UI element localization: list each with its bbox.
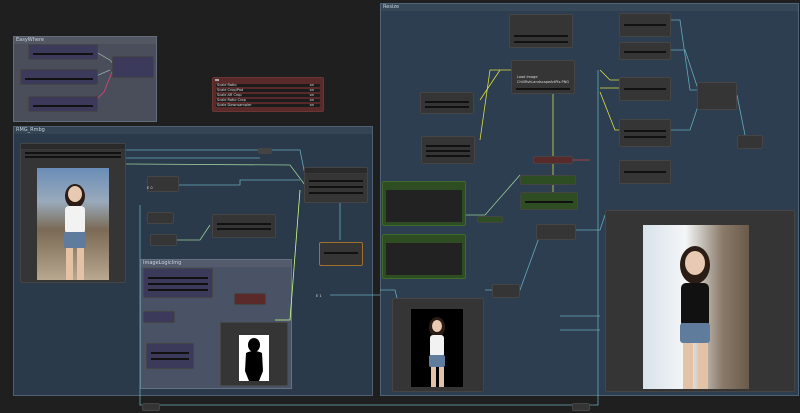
node-purple-3[interactable] <box>146 343 194 369</box>
person-figure-icon <box>64 184 86 280</box>
node-b[interactable] <box>147 212 174 224</box>
setting-value: on <box>309 83 314 87</box>
node-scale-settings[interactable]: Scale Ratio on Scale Crop/Pad on Scale A… <box>212 77 324 112</box>
setting-row-4[interactable]: Scale Downsampler on <box>216 103 320 107</box>
node-orange[interactable] <box>319 242 363 266</box>
node-green-3[interactable] <box>520 192 578 210</box>
setting-label: Scale Ratio <box>217 83 237 87</box>
setting-label: Scale Ratio Crop <box>217 98 246 102</box>
node-file: ChillFishLandscapeArtPix.PNG <box>517 80 569 84</box>
person-figure-icon <box>680 246 710 389</box>
node-preview-large[interactable] <box>605 210 795 392</box>
node-r11[interactable] <box>737 135 763 149</box>
node-get-3[interactable] <box>28 96 98 112</box>
setting-row-1[interactable]: Scale Crop/Pad on <box>216 88 320 92</box>
node-r9[interactable] <box>619 160 671 184</box>
node-preview-small[interactable] <box>392 298 484 392</box>
node-red-small[interactable] <box>234 293 266 305</box>
node-title: Load Image <box>517 75 538 79</box>
node-d[interactable] <box>212 214 276 238</box>
node-green-tiny[interactable] <box>477 216 503 223</box>
node-purple-2[interactable] <box>143 311 175 323</box>
setting-value: on <box>309 103 314 107</box>
node-combine[interactable] <box>112 56 154 78</box>
node-r8[interactable] <box>619 119 671 147</box>
setting-value: on <box>309 93 314 97</box>
silhouette-mask-icon <box>245 338 263 381</box>
node-mask-preview[interactable] <box>220 322 288 386</box>
node-r4[interactable] <box>421 136 475 164</box>
node-load-image-left[interactable] <box>20 143 126 283</box>
node-green-2[interactable] <box>382 234 466 279</box>
node-collapse-icon[interactable] <box>215 79 219 81</box>
node-r7[interactable] <box>619 77 671 101</box>
setting-label: Scale Crop/Pad <box>217 88 244 92</box>
node-e[interactable] <box>304 167 368 203</box>
node-purple-1[interactable] <box>143 268 213 298</box>
node-red-bar[interactable] <box>533 156 573 164</box>
node-r12[interactable] <box>536 224 576 240</box>
portrait-photo-right <box>643 225 749 389</box>
node-r1[interactable] <box>509 14 573 48</box>
node-reroute-left[interactable] <box>142 403 160 411</box>
node-r10[interactable] <box>697 82 737 110</box>
setting-row-0[interactable]: Scale Ratio on <box>216 83 320 87</box>
setting-row-2[interactable]: Scale AR Crop on <box>216 93 320 97</box>
node-r6[interactable] <box>619 42 671 60</box>
person-figure-icon <box>429 317 445 387</box>
node-c[interactable] <box>150 234 177 246</box>
node-reroute-right[interactable] <box>572 403 590 411</box>
setting-value: on <box>309 88 314 92</box>
node-r3[interactable] <box>420 92 474 114</box>
node-small-1[interactable] <box>258 148 272 154</box>
setting-row-3[interactable]: Scale Ratio Crop on <box>216 98 320 102</box>
rmbg-result-image <box>411 309 463 387</box>
node-r5[interactable] <box>619 13 671 37</box>
node-r13[interactable] <box>492 284 520 298</box>
node-header <box>305 168 367 174</box>
setting-label: Scale AR Crop <box>217 93 242 97</box>
node-green-small[interactable] <box>520 175 576 185</box>
mask-preview-image <box>239 335 269 381</box>
node-get-2[interactable] <box>20 69 98 85</box>
node-load-image-right[interactable]: Load Image ChillFishLandscapeArtPix.PNG <box>511 60 575 94</box>
portrait-photo-left <box>37 168 109 280</box>
small-label-b: E 1 <box>316 294 322 298</box>
small-label-a: E 0 <box>147 186 153 190</box>
setting-label: Scale Downsampler <box>217 103 252 107</box>
node-get-1[interactable] <box>28 44 98 60</box>
node-green-1[interactable] <box>382 181 466 226</box>
setting-value: on <box>309 98 314 102</box>
node-header <box>21 144 125 150</box>
